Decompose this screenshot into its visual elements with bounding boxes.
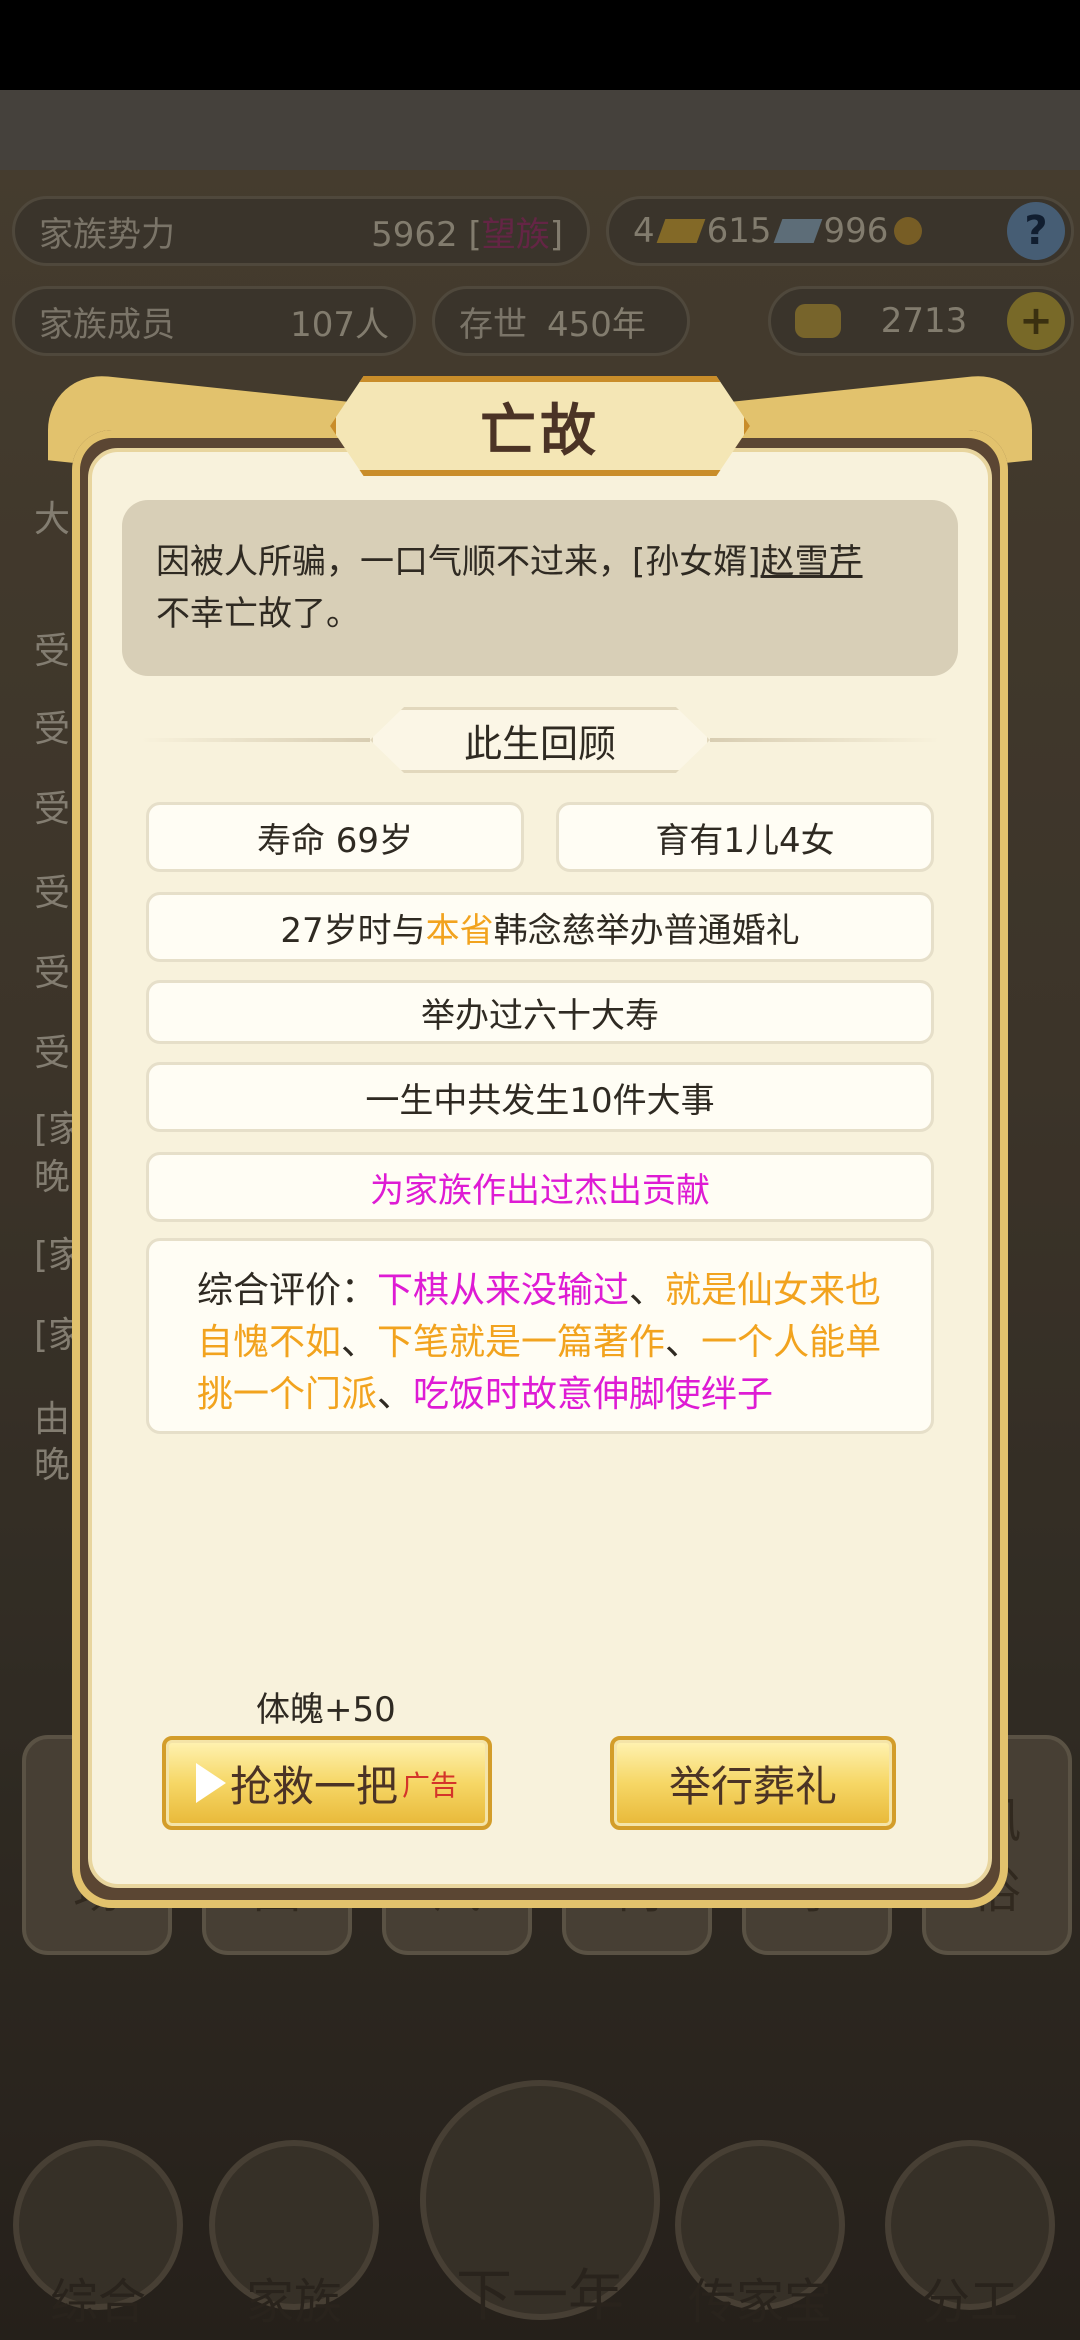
divider bbox=[140, 738, 370, 742]
death-story: 因被人所骗，一口气顺不过来，[孙女婿]赵雪芹 不幸亡故了。 bbox=[122, 500, 958, 676]
overall-evaluation: 综合评价：下棋从来没输过、就是仙女来也自愧不如、下笔就是一篇著作、一个人能单挑一… bbox=[146, 1238, 934, 1434]
funeral-label: 举行葬礼 bbox=[668, 1761, 837, 1811]
life-review-title: 此生回顾 bbox=[370, 707, 710, 773]
status-bar bbox=[0, 0, 1080, 90]
children-card: 育有1儿4女 bbox=[556, 802, 934, 872]
ad-tag: 广告 bbox=[402, 1769, 459, 1802]
rescue-ad-button[interactable]: 抢救一把 广告 bbox=[162, 1736, 492, 1830]
lifespan-card: 寿命 69岁 bbox=[146, 802, 524, 872]
play-icon bbox=[195, 1763, 226, 1803]
deceased-name-link[interactable]: 赵雪芹 bbox=[761, 542, 863, 582]
birthday-card: 举办过六十大寿 bbox=[146, 980, 934, 1044]
trait: 下棋从来没输过 bbox=[377, 1270, 630, 1311]
divider bbox=[710, 738, 940, 742]
contribution-card: 为家族作出过杰出贡献 bbox=[146, 1152, 934, 1222]
rescue-label: 抢救一把 bbox=[229, 1761, 398, 1811]
events-card: 一生中共发生10件大事 bbox=[146, 1062, 934, 1132]
trait: 下笔就是一篇著作 bbox=[377, 1322, 666, 1363]
dialog-title: 亡故 bbox=[480, 398, 600, 464]
trait: 吃饭时故意伸脚使绊子 bbox=[413, 1374, 774, 1415]
eval-label: 综合评价： bbox=[197, 1270, 378, 1311]
hold-funeral-button[interactable]: 举行葬礼 bbox=[610, 1736, 896, 1830]
rescue-reward: 体魄+50 bbox=[256, 1690, 396, 1730]
life-review-header: 此生回顾 bbox=[140, 704, 940, 776]
marriage-card: 27岁时与 本省 韩念慈举办普通婚礼 bbox=[146, 892, 934, 962]
dialog-title-plate: 亡故 bbox=[330, 376, 750, 476]
